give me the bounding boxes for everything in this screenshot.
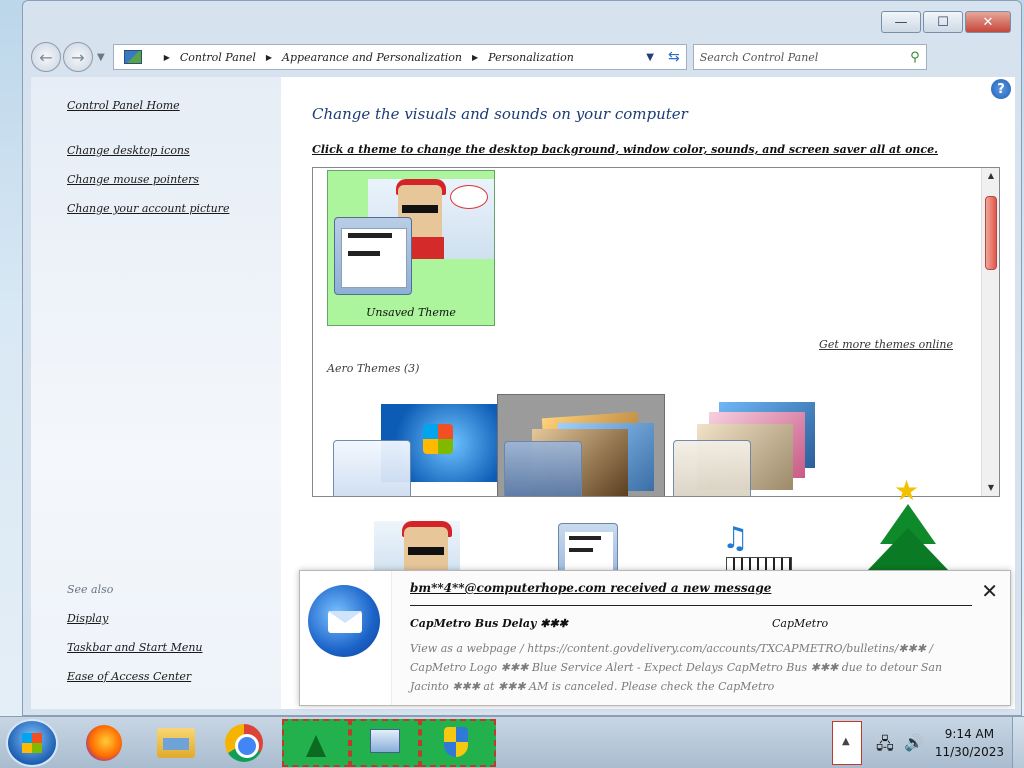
window-color-inner bbox=[565, 532, 613, 572]
start-button[interactable] bbox=[6, 719, 58, 767]
sidebar-link-taskbar[interactable]: Taskbar and Start Menu bbox=[67, 641, 203, 654]
breadcrumb-appearance[interactable]: Appearance and Personalization bbox=[282, 51, 462, 64]
breadcrumb-control-panel[interactable]: Control Panel bbox=[180, 51, 256, 64]
breadcrumb-separator[interactable]: ▶ bbox=[266, 53, 272, 62]
taskbar-control-panel[interactable] bbox=[350, 719, 420, 767]
network-icon[interactable]: 🖧 bbox=[876, 733, 894, 760]
forward-button[interactable]: → bbox=[63, 42, 93, 72]
page-subtitle: Click a theme to change the desktop back… bbox=[312, 143, 938, 156]
windows-logo-icon bbox=[423, 424, 453, 454]
search-input[interactable]: Search Control Panel ⚲ bbox=[692, 44, 927, 70]
clock-date: 11/30/2023 bbox=[934, 745, 1004, 759]
sunglasses bbox=[402, 205, 438, 213]
chevron-up-icon: ▲ bbox=[842, 736, 850, 747]
sidebar-link-display[interactable]: Display bbox=[67, 612, 108, 625]
close-button[interactable]: ✕ bbox=[965, 11, 1011, 33]
sidebar-link-ease-of-access[interactable]: Ease of Access Center bbox=[67, 670, 191, 683]
show-desktop-button[interactable] bbox=[1012, 717, 1024, 768]
swatch-bar bbox=[569, 536, 601, 540]
folder-icon bbox=[157, 728, 195, 758]
window-color-icon[interactable] bbox=[558, 523, 618, 577]
sidebar-link-account-picture[interactable]: Change your account picture bbox=[67, 202, 229, 215]
christmas-tree-icon: ★ bbox=[858, 474, 954, 574]
maximize-button[interactable]: ☐ bbox=[923, 11, 963, 33]
taskbar-firefox[interactable] bbox=[74, 721, 134, 765]
back-button[interactable]: ← bbox=[31, 42, 61, 72]
swatch-bar bbox=[569, 548, 593, 552]
see-also-header: See also bbox=[67, 583, 114, 596]
scroll-thumb[interactable] bbox=[985, 196, 997, 270]
window-color-swatch bbox=[504, 441, 582, 496]
taskbar-chrome[interactable] bbox=[214, 721, 274, 765]
address-dropdown-icon[interactable]: ▼ bbox=[646, 52, 654, 63]
notification-divider bbox=[410, 605, 972, 606]
sunglasses bbox=[408, 547, 444, 555]
volume-icon[interactable]: 🔊 bbox=[904, 733, 924, 752]
breadcrumb-separator[interactable]: ▶ bbox=[164, 53, 170, 62]
clock-time: 9:14 AM bbox=[944, 727, 995, 741]
theme-architecture[interactable] bbox=[497, 394, 665, 496]
sidebar-link-control-panel-home[interactable]: Control Panel Home bbox=[67, 99, 180, 112]
desktop-background-thumbnail[interactable] bbox=[374, 521, 460, 589]
shield-icon bbox=[444, 727, 468, 757]
chrome-icon bbox=[225, 724, 263, 762]
notification-title: bm**4**@computerhope.com received a new … bbox=[410, 581, 772, 595]
address-tools: ▼ ⇆ bbox=[646, 49, 685, 65]
tree-bottom bbox=[866, 528, 950, 572]
notification-icon-area bbox=[300, 571, 392, 705]
taskbar: ▲ 🖧 🔊 9:14 AM 11/30/2023 bbox=[0, 716, 1024, 768]
search-placeholder: Search Control Panel bbox=[699, 50, 819, 64]
breadcrumb-personalization[interactable]: Personalization bbox=[488, 51, 574, 64]
windows-logo-icon bbox=[22, 733, 42, 753]
swatch-bar bbox=[348, 233, 392, 238]
taskbar-christmas-app[interactable] bbox=[282, 719, 350, 767]
sidebar-link-mouse-pointers[interactable]: Change mouse pointers bbox=[67, 173, 199, 186]
taskbar-explorer[interactable] bbox=[146, 721, 206, 765]
themes-list[interactable]: Unsaved Theme Get more themes online Aer… bbox=[312, 167, 1000, 497]
sidebar: Control Panel Home Change desktop icons … bbox=[31, 77, 281, 709]
swatch-bar bbox=[348, 251, 380, 256]
navigation-bar: ← → ▼ ▶ Control Panel ▶ Appearance and P… bbox=[31, 39, 1015, 75]
scroll-down-icon[interactable]: ▼ bbox=[982, 480, 999, 496]
taskbar-uac-app[interactable] bbox=[420, 719, 496, 767]
firefox-icon bbox=[86, 725, 122, 761]
email-sender: CapMetro bbox=[772, 617, 829, 630]
get-more-themes-link[interactable]: Get more themes online bbox=[819, 338, 953, 351]
envelope-icon bbox=[328, 611, 362, 633]
search-icon[interactable]: ⚲ bbox=[910, 50, 920, 65]
speech-bubble bbox=[450, 185, 488, 209]
display-settings-icon bbox=[370, 729, 400, 753]
address-bar[interactable]: ▶ Control Panel ▶ Appearance and Persona… bbox=[112, 44, 687, 70]
window-color-swatch bbox=[673, 440, 751, 496]
window-swatch-inner bbox=[341, 228, 407, 288]
christmas-tree-icon bbox=[306, 735, 326, 757]
theme-windows-7[interactable] bbox=[327, 394, 497, 496]
themes-scrollbar[interactable]: ▲ ▼ bbox=[981, 168, 999, 496]
refresh-icon[interactable]: ⇆ bbox=[668, 49, 680, 65]
theme-label: Unsaved Theme bbox=[366, 306, 456, 319]
help-icon[interactable]: ? bbox=[991, 79, 1011, 99]
thunderbird-notification[interactable]: bm**4**@computerhope.com received a new … bbox=[299, 570, 1011, 706]
star-icon: ★ bbox=[894, 474, 920, 507]
window-color-swatch bbox=[334, 217, 412, 295]
window-color-swatch bbox=[333, 440, 411, 496]
email-subject: CapMetro Bus Delay ✱✱✱ bbox=[410, 617, 568, 630]
system-clock[interactable]: 9:14 AM 11/30/2023 bbox=[935, 725, 1004, 761]
minimize-button[interactable]: — bbox=[881, 11, 921, 33]
thunderbird-icon bbox=[308, 585, 380, 657]
recent-pages-dropdown[interactable]: ▼ bbox=[97, 52, 105, 63]
notification-close-icon[interactable]: ✕ bbox=[981, 579, 998, 603]
breadcrumb-separator[interactable]: ▶ bbox=[472, 53, 478, 62]
caption-buttons: — ☐ ✕ bbox=[881, 11, 1011, 33]
show-hidden-icons-button[interactable]: ▲ bbox=[832, 721, 862, 765]
email-preview: View as a webpage / https://content.govd… bbox=[410, 642, 943, 693]
theme-characters[interactable] bbox=[667, 394, 835, 496]
aero-themes-header: Aero Themes (3) bbox=[327, 362, 420, 375]
theme-unsaved[interactable]: Unsaved Theme bbox=[327, 170, 495, 326]
sidebar-link-desktop-icons[interactable]: Change desktop icons bbox=[67, 144, 190, 157]
page-title: Change the visuals and sounds on your co… bbox=[312, 105, 688, 123]
control-panel-icon bbox=[123, 50, 142, 64]
sounds-icon[interactable]: ♫ bbox=[722, 521, 749, 556]
scroll-up-icon[interactable]: ▲ bbox=[982, 168, 999, 184]
